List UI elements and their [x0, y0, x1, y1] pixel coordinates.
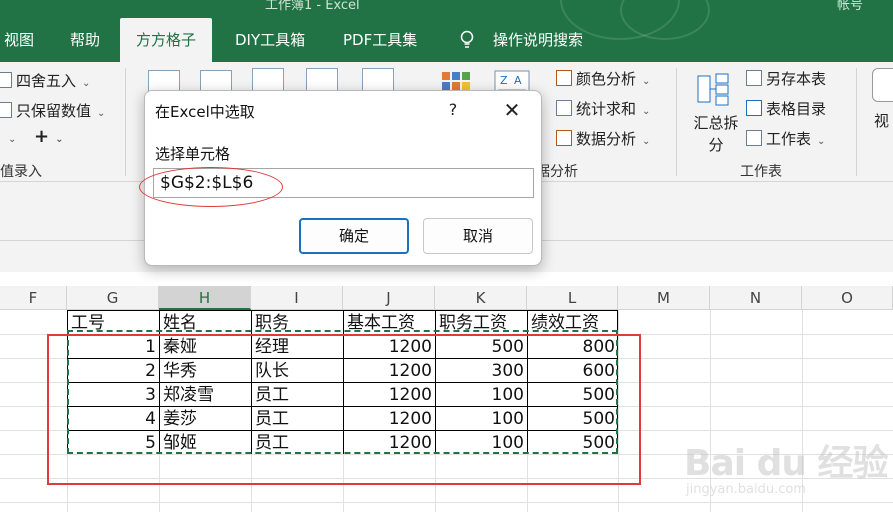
round-icon: [0, 72, 12, 88]
annotation-box: [47, 334, 641, 485]
worksheet-button[interactable]: 工作表 ⌄: [746, 128, 825, 149]
values-icon: [0, 102, 12, 118]
data-analysis-icon: [556, 130, 572, 146]
stats-icon: [556, 100, 572, 116]
select-cells-label: 选择单元格: [155, 145, 231, 163]
tell-me-search[interactable]: 操作说明搜索: [493, 18, 583, 62]
tab-ffgz[interactable]: 方方格子: [120, 18, 213, 62]
color-analysis-button[interactable]: 颜色分析 ⌄: [556, 68, 650, 89]
view-toggle-icon[interactable]: [872, 68, 893, 102]
lightbulb-icon: [460, 30, 474, 48]
col-header-o[interactable]: O: [802, 286, 893, 310]
svg-text:Z: Z: [500, 74, 508, 87]
col-header-m[interactable]: M: [618, 286, 710, 310]
tab-view[interactable]: 视图: [4, 18, 34, 62]
color-analysis-icon: [556, 70, 572, 86]
data-analysis-button[interactable]: 数据分析 ⌄: [556, 128, 650, 149]
plus-button[interactable]: + ⌄: [34, 126, 63, 147]
ribbon-separator: [125, 68, 126, 176]
col-header-j[interactable]: J: [343, 286, 435, 310]
sheet-toc-button[interactable]: 表格目录: [746, 98, 826, 119]
save-icon: [746, 70, 762, 86]
round-button[interactable]: 四舍五入 ⌄: [0, 70, 90, 91]
ok-button[interactable]: 确定: [299, 218, 409, 254]
col-header-g[interactable]: G: [67, 286, 159, 310]
toc-icon: [746, 100, 762, 116]
col-header-f[interactable]: F: [0, 286, 67, 310]
stats-sum-button[interactable]: 统计求和 ⌄: [556, 98, 650, 119]
watermark: Bai du 经验 jingyan.baidu.com: [684, 443, 889, 497]
cancel-button[interactable]: 取消: [423, 218, 533, 254]
svg-text:A: A: [514, 74, 522, 87]
view-button[interactable]: 视: [874, 110, 889, 131]
account-label[interactable]: 帐号: [837, 0, 863, 13]
select-range-dialog: 在Excel中选取 ? ✕ 选择单元格 $G$2:$L$6 确定 取消: [139, 90, 542, 266]
ribbon-separator: [856, 68, 857, 176]
more-button[interactable]: ⌄: [8, 128, 16, 146]
annotation-ellipse: [139, 167, 283, 207]
dialog-title: 在Excel中选取: [155, 103, 255, 121]
save-sheet-button[interactable]: 另存本表: [746, 68, 826, 89]
group-label-worksheet: 工作表: [740, 164, 782, 180]
worksheet-icon: [746, 130, 762, 146]
split-summary-button[interactable]: 汇总拆分: [690, 112, 742, 156]
keep-values-button[interactable]: 只保留数值 ⌄: [0, 100, 105, 121]
tab-diy-toolbox[interactable]: DIY工具箱: [235, 18, 305, 62]
group-label-analysis: 据分析: [536, 164, 578, 180]
col-header-n[interactable]: N: [710, 286, 802, 310]
window-title: 工作簿1 - Excel: [265, 0, 360, 13]
col-header-l[interactable]: L: [527, 286, 618, 310]
col-header-k[interactable]: K: [435, 286, 527, 310]
menu-bar: 视图 帮助 方方格子 DIY工具箱 PDF工具集 操作说明搜索: [0, 18, 893, 62]
help-button[interactable]: ?: [441, 97, 465, 123]
col-header-i[interactable]: I: [251, 286, 343, 310]
close-button[interactable]: ✕: [499, 97, 525, 123]
ribbon-separator: [676, 68, 677, 176]
group-label-input: 值录入: [0, 164, 42, 180]
tab-help[interactable]: 帮助: [70, 18, 100, 62]
col-header-h[interactable]: H: [159, 286, 251, 310]
tab-pdf-tools[interactable]: PDF工具集: [343, 18, 417, 62]
split-sheets-icon[interactable]: [696, 72, 730, 106]
